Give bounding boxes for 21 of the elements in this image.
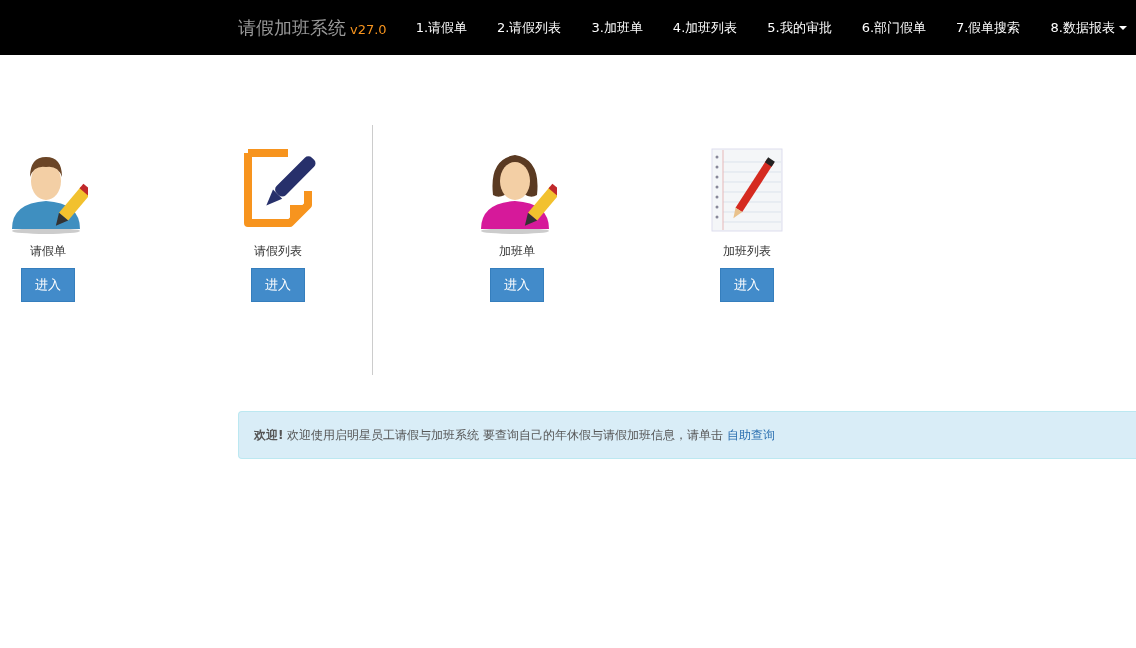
tile-label: 请假列表 — [254, 243, 302, 260]
nav-link[interactable]: 7.假单搜索 — [941, 18, 1036, 37]
app-title: 请假加班系统 v27.0 — [238, 15, 387, 40]
enter-button[interactable]: 进入 — [720, 268, 774, 302]
nav-link[interactable]: 6.部门假单 — [846, 18, 942, 37]
enter-button[interactable]: 进入 — [21, 268, 75, 302]
enter-button[interactable]: 进入 — [251, 268, 305, 302]
nav-link[interactable]: 4.加班列表 — [657, 18, 753, 37]
nav-link[interactable]: 8.数据报表 — [1035, 18, 1136, 37]
tile-label: 请假单 — [30, 243, 66, 260]
notepad-pencil-icon — [711, 148, 783, 232]
caret-icon — [1118, 25, 1127, 30]
enter-button[interactable]: 进入 — [490, 268, 544, 302]
tile-label: 加班单 — [499, 243, 535, 260]
self-query-link[interactable]: 自助查询 — [726, 427, 775, 442]
tile-label: 加班列表 — [723, 243, 771, 260]
welcome-message: 欢迎! 欢迎使用启明星员工请假与加班系统 要查询自己的年休假与请假加班信息，请单击 自助查询 — [254, 426, 775, 444]
nav-link[interactable]: 2.请假列表 — [482, 18, 577, 37]
nav-link[interactable]: 5.我的审批 — [752, 18, 847, 37]
nav-link[interactable]: 1.请假单 — [400, 18, 483, 37]
nav-link[interactable]: 3.加班单 — [576, 18, 658, 37]
